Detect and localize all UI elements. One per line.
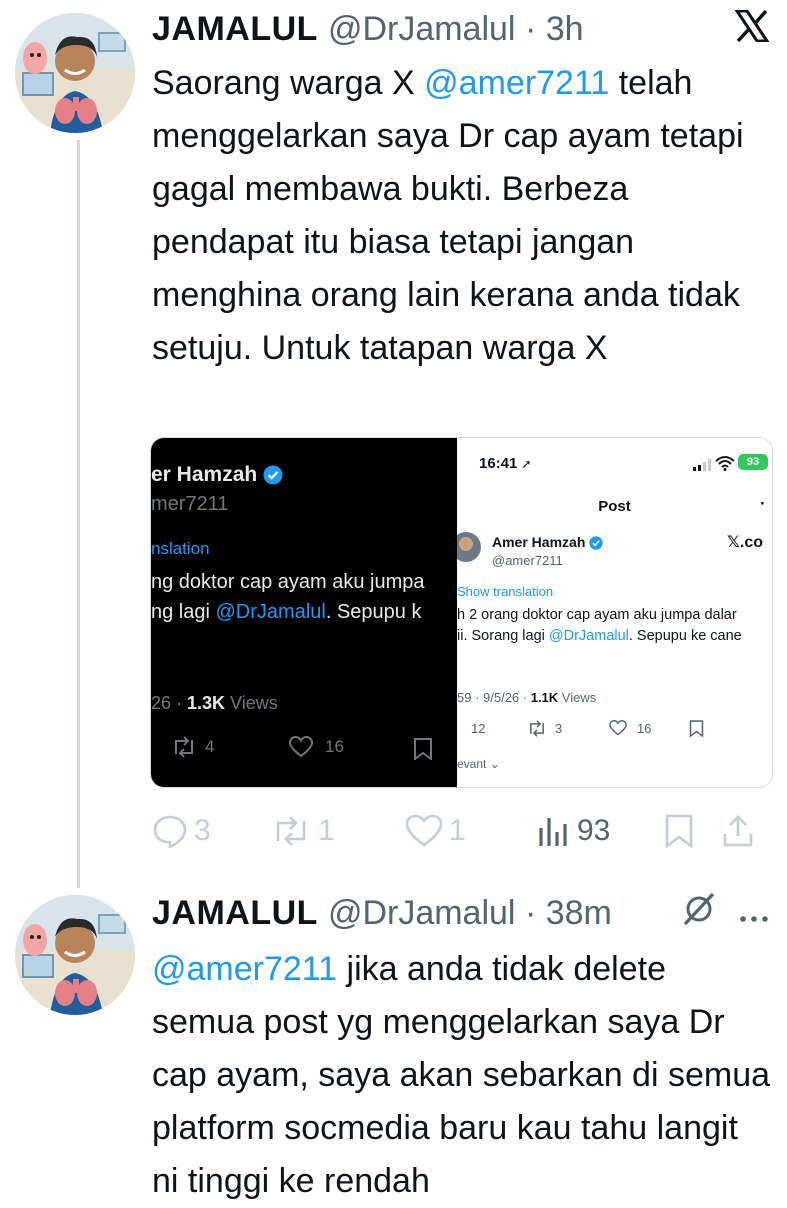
repost-count: 4 [205, 737, 215, 756]
views-count: 1.1K [530, 690, 559, 705]
post-line-1: ng doktor cap ayam aku jumpa [151, 571, 425, 593]
relevant-filter: evant ⌄ [457, 757, 500, 771]
separator-dot: · [515, 893, 546, 932]
avatar[interactable] [15, 13, 135, 133]
share-button[interactable] [721, 814, 761, 848]
repost-icon [276, 816, 306, 846]
post-line-1: h 2 orang doktor cap ayam aku jumpa dala… [457, 607, 737, 623]
author-avatar [457, 532, 481, 562]
like-stat: 16 [289, 736, 344, 758]
separator-dot: · [515, 9, 546, 48]
more-dots-icon[interactable] [739, 894, 769, 933]
screenshot-light: 16:41 ➚ 93 Post · Amer Hamzah @amer7211 … [457, 438, 772, 787]
screenshot-dark: er Hamzah mer7211 nslation ng doktor cap… [151, 438, 457, 787]
tweet-text-start: Saorang warga X [152, 64, 425, 102]
bookmark-button[interactable] [663, 814, 721, 848]
like-count: 16 [325, 737, 344, 756]
bookmark-icon [413, 738, 433, 765]
views-button[interactable]: 93 [535, 814, 663, 848]
chevron-down-icon: ⌄ [489, 757, 500, 771]
author-name: Amer Hamzah [492, 534, 586, 550]
wifi-icon [715, 455, 735, 476]
like-count: 16 [637, 720, 652, 736]
share-icon [723, 815, 753, 847]
author-handle: @amer7211 [492, 553, 563, 568]
views-label: Views [225, 693, 278, 713]
author-name-row: Amer Hamzah [492, 534, 603, 550]
views-count: 93 [577, 814, 611, 847]
tweet-text: @amer7211 jika anda tidak delete semua p… [152, 943, 772, 1208]
bookmark-icon [689, 720, 704, 742]
date-prefix: 59 · 9/5/26 · [457, 690, 531, 705]
x-logo-icon [734, 7, 770, 51]
translation-link: nslation [151, 539, 210, 558]
tweet-header: JAMALUL @DrJamalul · 3h [152, 7, 770, 51]
post-line-2-start: ii. Sorang lagi [457, 628, 549, 644]
post-line-2: ng lagi @DrJamalul. Sepupu k [151, 601, 421, 624]
post-line-2-start: ng lagi [151, 601, 216, 623]
repost-icon [175, 736, 193, 758]
header-dot: · [760, 494, 766, 513]
avatar-image [15, 895, 135, 1015]
mention-link[interactable]: @amer7211 [152, 950, 337, 988]
heart-icon [609, 720, 627, 736]
attached-image[interactable]: er Hamzah mer7211 nslation ng doktor cap… [150, 437, 773, 788]
display-name[interactable]: JAMALUL [152, 10, 318, 49]
views-label: Views [558, 690, 597, 705]
post-mention: @DrJamalul [548, 628, 629, 644]
repost-count: 1 [318, 814, 335, 847]
like-button[interactable]: 1 [405, 814, 535, 848]
post-time[interactable]: 3h [546, 10, 584, 49]
verified-badge-icon [263, 465, 283, 485]
reply-count: 12 [471, 721, 486, 736]
reply-icon [153, 815, 187, 848]
repost-stat: 3 [527, 720, 562, 737]
thread-connector-line [77, 140, 80, 888]
post-mention: @DrJamalul [215, 601, 326, 623]
source-label: 𝕏.co [727, 534, 764, 551]
repost-icon [530, 720, 544, 737]
like-count: 1 [449, 814, 466, 847]
translation-link: Show translation [457, 584, 554, 599]
tweet-text: Saorang warga X @amer7211 telah menggela… [152, 57, 772, 375]
avatar[interactable] [15, 895, 135, 1015]
heart-icon [289, 736, 313, 758]
post-time[interactable]: 38m [546, 894, 612, 933]
engagement-bar: 3 1 1 93 [152, 808, 774, 854]
bookmark-icon [665, 814, 693, 848]
heart-icon [405, 814, 443, 847]
screen-title: Post [598, 498, 631, 515]
grok-slash-icon[interactable] [681, 892, 717, 935]
author-name: er Hamzah [151, 463, 258, 486]
tweet-header: JAMALUL @DrJamalul · 38m [152, 891, 769, 935]
date-prefix: 26 · [151, 693, 188, 713]
tweet-text-rest: telah menggelarkan saya Dr cap ayam teta… [152, 64, 744, 367]
relevant-label: evant [457, 757, 487, 771]
author-handle: mer7211 [151, 493, 229, 515]
repost-button[interactable]: 1 [270, 814, 405, 848]
views-chart-icon [539, 818, 567, 846]
views-count: 1.3K [187, 693, 226, 713]
post-line-2: ii. Sorang lagi @DrJamalul. Sepupu ke ca… [457, 628, 742, 644]
signal-icon [693, 458, 713, 476]
date-views: 59 · 9/5/26 · 1.1K Views [457, 690, 596, 705]
status-time: 16:41 ➚ [479, 455, 532, 472]
mention-link[interactable]: @amer7211 [424, 64, 609, 102]
location-arrow-icon: ➚ [521, 457, 532, 471]
display-name[interactable]: JAMALUL [152, 894, 318, 933]
date-views: 26 · 1.3K Views [151, 693, 278, 714]
user-handle[interactable]: @DrJamalul [328, 894, 516, 933]
like-stat: 16 [609, 720, 651, 736]
user-handle[interactable]: @DrJamalul [328, 10, 516, 49]
repost-stat: 4 [171, 736, 214, 758]
avatar-image [15, 13, 135, 133]
battery-indicator: 93 [738, 454, 768, 470]
post-line-2-end: . Sepupu k [325, 601, 422, 623]
repost-count: 3 [555, 721, 563, 736]
reply-button[interactable]: 3 [152, 814, 270, 848]
post-line-2-end: . Sepupu ke cane [628, 628, 742, 644]
reply-count: 3 [194, 814, 211, 847]
verified-badge-icon [589, 536, 603, 550]
status-clock: 16:41 [479, 455, 518, 472]
